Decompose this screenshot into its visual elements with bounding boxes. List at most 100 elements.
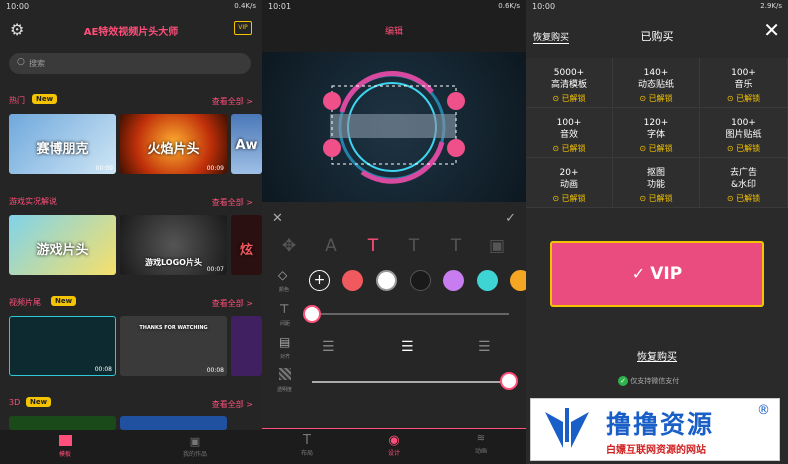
confirm-icon[interactable]: ✓ [505,211,516,226]
bottom-nav: T 布局 ◉ 设计 ≋ 动画 [262,428,526,464]
color-swatch[interactable] [477,270,498,291]
search-bar[interactable]: ○ 搜索 [9,53,251,74]
feature-cell: 去广告 &水印 ⊙ 已解锁 [700,158,788,208]
color-swatch[interactable] [410,270,431,291]
check-icon: ✓ [631,264,646,283]
thumb-title: 游戏片头 [36,243,89,258]
see-all-link[interactable]: 查看全部 > [212,298,253,309]
status-network: 0.6K/s [498,2,520,10]
color-swatch[interactable] [510,270,526,291]
unlocked-status: ⊙ 已解锁 [639,194,673,203]
feature-title: 20+ [559,168,579,178]
opacity-slider-handle[interactable] [500,372,518,390]
section-title-hot: 热门 [9,96,25,105]
color-swatch[interactable] [443,270,464,291]
see-all-link[interactable]: 查看全部 > [212,96,253,107]
vip-button[interactable]: ✓ VIP [550,241,764,307]
new-badge: New [51,296,77,306]
app-title: AE特效视频片头大师 [83,27,179,38]
feature-subtitle: 动画 [559,180,578,190]
see-all-link[interactable]: 查看全部 > [212,399,253,410]
new-badge: New [32,94,58,104]
nav-my-works[interactable]: ▣ 我的作品 [170,435,220,458]
editor-screen: 10:01 0.6K/s 编辑 ✕ ✓ ✥ A T T T ▣ ◇ 颜色 + ⊤ … [262,0,526,464]
opacity-slider-track[interactable] [312,381,509,383]
spacing-slider-handle[interactable] [303,305,321,323]
status-time: 10:00 [532,2,556,11]
align-center-icon[interactable]: ☰ [401,339,414,355]
feature-cell: 20+ 动画 ⊙ 已解锁 [526,158,613,208]
nav-animation[interactable]: ≋ 动画 [456,433,506,455]
feature-cell: 100+ 音乐 ⊙ 已解锁 [700,58,788,108]
feature-cell: 100+ 图片贴纸 ⊙ 已解锁 [700,108,788,158]
vip-icon[interactable]: VIP [234,21,252,35]
registered-icon: ® [757,403,770,418]
add-color-button[interactable]: + [309,270,330,291]
nav-design[interactable]: ◉ 设计 [369,433,419,457]
nav-label: 模板 [58,451,71,458]
see-all-link[interactable]: 查看全部 > [212,197,253,208]
logo-main-text: 撸撸资源 [606,410,715,439]
page-title: 已购买 [640,30,674,43]
thumb-duration: 00:09 [206,165,224,172]
text-color-icon[interactable]: T [362,236,384,256]
animation-icon: ≋ [476,433,486,444]
status-time: 10:00 [6,2,30,11]
color-swatch[interactable] [342,270,363,291]
spacing-label: 间距 [280,321,291,327]
template-thumb[interactable]: 赛博朋克 00:09 [9,114,116,174]
feature-subtitle: 图片贴纸 [725,130,762,140]
thumb-title: Aw [235,138,258,153]
template-thumb[interactable]: 00:08 [9,316,116,376]
feature-subtitle: 功能 [646,180,665,190]
unlocked-status: ⊙ 已解锁 [726,144,761,153]
template-thumb[interactable]: Aw [231,114,262,174]
preview-canvas [262,52,526,202]
feature-title: 120+ [643,118,669,128]
template-thumb[interactable] [231,316,262,376]
thumb-title: 火焰片头 [147,142,200,157]
feature-title: 去广告 [729,168,757,178]
unlocked-status: ⊙ 已解锁 [552,94,586,103]
template-thumb[interactable]: THANKS FOR WATCHING 00:08 [120,316,227,376]
feature-title: 100+ [731,118,756,128]
nav-label: 动画 [474,448,487,455]
align-left-icon[interactable]: ☰ [322,339,335,355]
check-circle-icon: ✓ [618,376,628,386]
feature-subtitle: 音效 [559,130,578,140]
feature-cell: 5000+ 高清模板 ⊙ 已解锁 [526,58,613,108]
template-thumb[interactable]: 游戏片头 [9,215,116,275]
spacing-slider-track[interactable] [312,313,509,315]
status-time: 10:01 [268,2,292,11]
text-shadow-icon[interactable]: T [445,236,467,256]
template-thumb[interactable]: 火焰片头 00:09 [120,114,227,174]
template-thumb[interactable]: 游戏LOGO片头 00:07 [120,215,227,275]
opacity-icon [279,368,291,380]
status-bar: 10:01 0.6K/s [262,0,526,13]
close-icon[interactable]: ✕ [272,211,283,226]
font-size-icon[interactable]: A [320,236,342,256]
section-title-game: 游戏实况解说 [9,197,57,206]
close-icon[interactable]: ✕ [763,18,780,42]
status-network: 0.4K/s [234,2,256,10]
restore-purchase-link[interactable]: 恢复购买 [526,348,788,363]
feature-title: 140+ [643,68,669,78]
feature-title: 5000+ [553,68,585,78]
thumb-title: 炫 [239,243,253,258]
color-swatch[interactable] [376,270,397,291]
template-thumb[interactable]: 炫 [231,215,262,275]
align-right-icon[interactable]: ☰ [478,339,491,355]
template-thumb[interactable] [120,416,227,430]
search-placeholder: 搜索 [29,59,45,68]
template-thumb[interactable] [9,416,116,430]
nav-templates[interactable]: 模板 [40,435,90,458]
thumb-title: 赛博朋克 [36,142,89,157]
feature-cell: 140+ 动态贴纸 ⊙ 已解锁 [613,58,700,108]
thumb-duration: 00:09 [95,165,113,172]
color-icon: ◇ [278,268,288,282]
text-stroke-icon[interactable]: T [403,236,425,256]
nav-layout[interactable]: T 布局 [282,433,332,457]
text-bg-icon[interactable]: ▣ [486,236,508,256]
thumb-duration: 00:08 [206,367,224,374]
move-icon[interactable]: ✥ [278,236,300,256]
